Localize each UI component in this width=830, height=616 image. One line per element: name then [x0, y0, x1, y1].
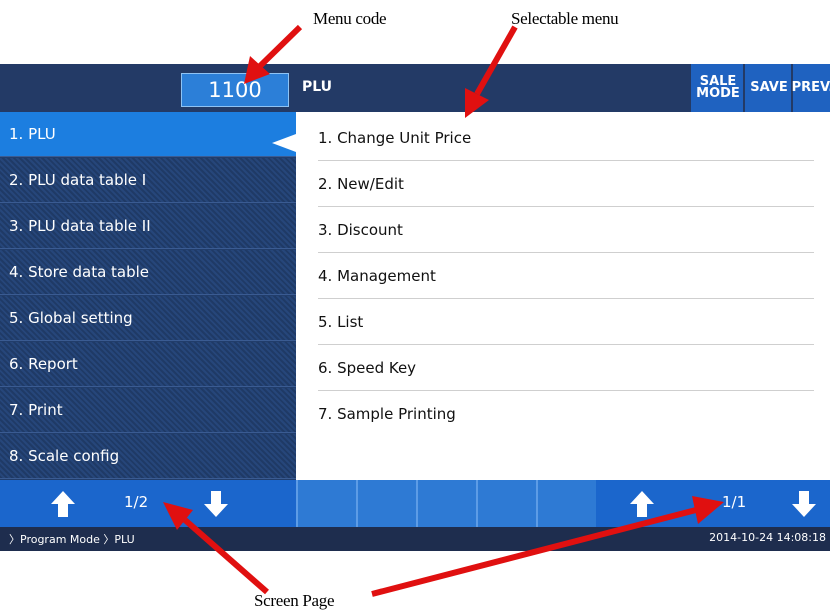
menu-item-discount[interactable]: 3. Discount: [318, 208, 814, 253]
sidebar-page-up-icon[interactable]: [50, 490, 76, 518]
sidebar-item-global-setting[interactable]: 5. Global setting: [0, 296, 296, 341]
menu-item-speed-key[interactable]: 6. Speed Key: [318, 346, 814, 391]
sidebar-item-store-data-table[interactable]: 4. Store data table: [0, 250, 296, 295]
save-button[interactable]: SAVE: [743, 64, 793, 112]
sidebar-item-print[interactable]: 7. Print: [0, 388, 296, 433]
menu-item-change-unit-price[interactable]: 1. Change Unit Price: [318, 116, 814, 161]
annotation-arrow-menu-code-icon: [244, 24, 303, 84]
menu-item-management[interactable]: 4. Management: [318, 254, 814, 299]
selection-pointer-icon: [272, 134, 296, 152]
sidebar-item-plu[interactable]: 1. PLU: [0, 112, 296, 157]
function-key-1[interactable]: [296, 480, 356, 527]
menu-item-new-edit[interactable]: 2. New/Edit: [318, 162, 814, 207]
sale-mode-label-line2: MODE: [696, 86, 740, 101]
page-title: PROGRAM MODE: [9, 12, 163, 31]
sidebar-item-plu-data-table-1[interactable]: 2. PLU data table I: [0, 158, 296, 203]
sidebar-item-scale-config[interactable]: 8. Scale config: [0, 434, 296, 479]
list-page-down-icon[interactable]: [791, 490, 817, 518]
sale-mode-button[interactable]: SALE MODE: [689, 64, 745, 112]
annotation-arrow-selectable-menu-icon: [465, 25, 518, 118]
annotation-menu-code: Menu code: [313, 9, 387, 28]
menu-name: PLU: [302, 79, 333, 95]
annotation-arrow-left-page-icon: [163, 502, 269, 595]
sidebar-item-report[interactable]: 6. Report: [0, 342, 296, 387]
menu-item-sample-printing[interactable]: 7. Sample Printing: [318, 392, 814, 437]
annotation-selectable-menu: Selectable menu: [511, 9, 619, 28]
sidebar-page-indicator: 1/2: [124, 493, 149, 511]
menu-item-list[interactable]: 5. List: [318, 300, 814, 345]
annotation-arrow-right-page-icon: [371, 496, 724, 597]
sidebar-item-plu-data-table-2[interactable]: 3. PLU data table II: [0, 204, 296, 249]
prev-button[interactable]: PREV.: [791, 64, 830, 112]
breadcrumb: 〉Program Mode 〉PLU: [9, 533, 135, 546]
